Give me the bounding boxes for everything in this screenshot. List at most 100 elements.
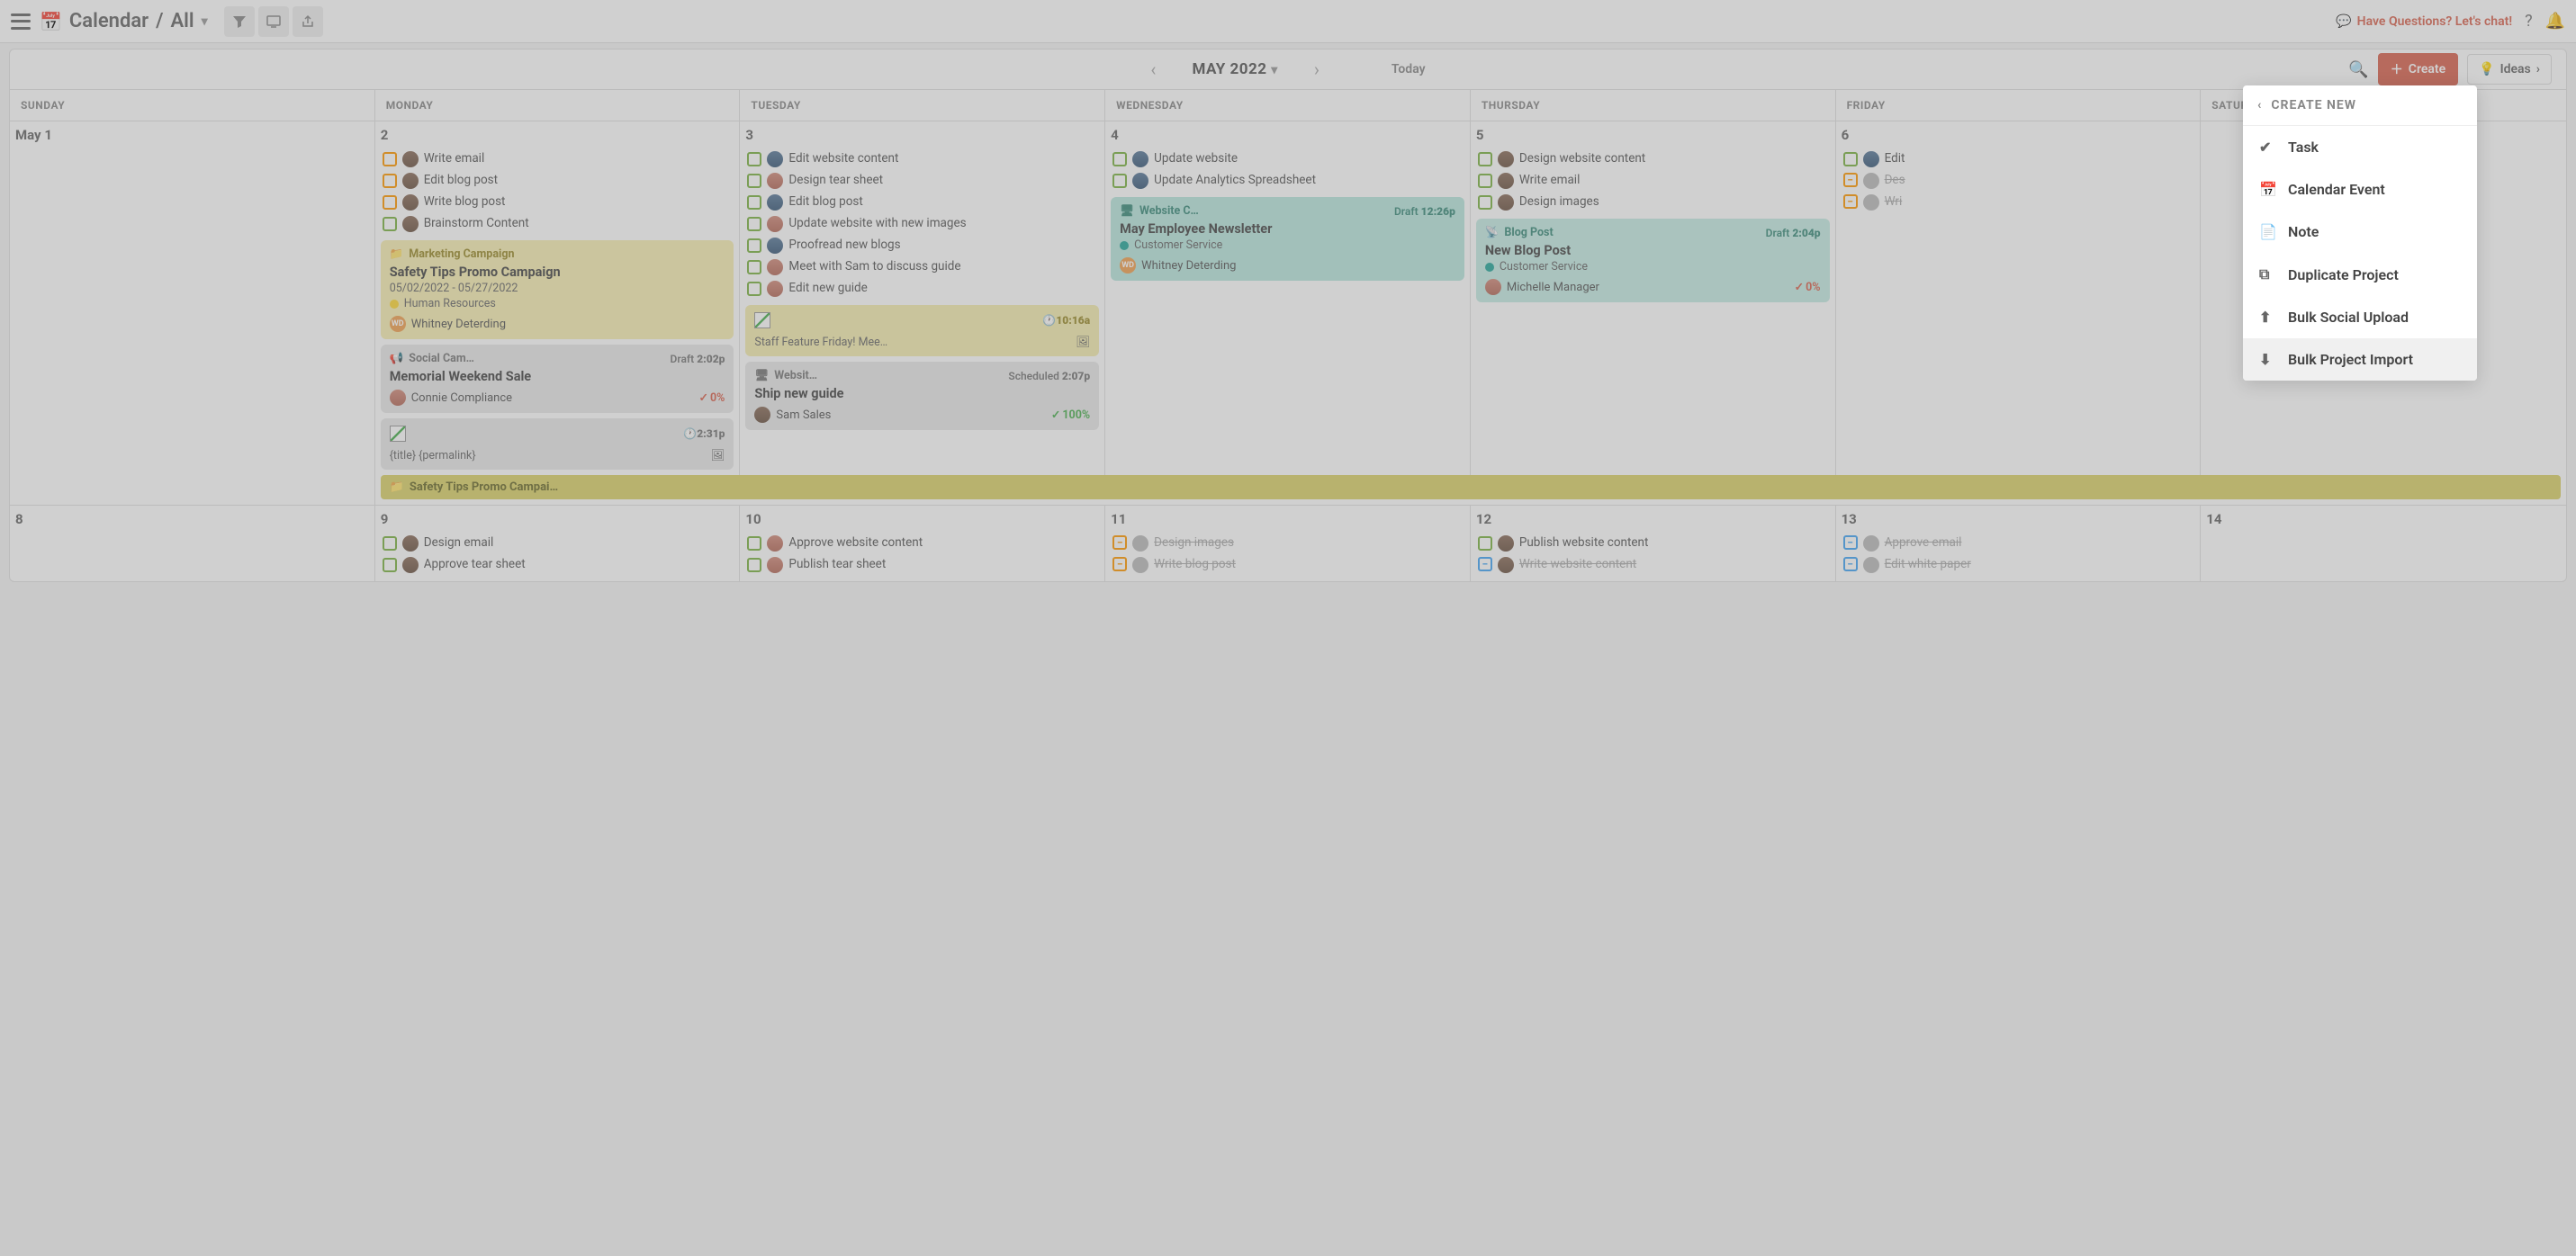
- day-cell[interactable]: 11 −Design images −Write blog post: [1105, 505, 1471, 581]
- staff-card[interactable]: 🕐10:16a Staff Feature Friday! Mee…🖼: [745, 305, 1099, 356]
- task-item[interactable]: Design tear sheet: [745, 170, 1099, 192]
- checkbox[interactable]: [747, 238, 761, 253]
- checkbox[interactable]: [383, 217, 397, 231]
- checkbox[interactable]: −: [1843, 557, 1858, 571]
- menu-icon[interactable]: [11, 13, 31, 30]
- day-cell[interactable]: 2 Write email Edit blog post Write blog …: [375, 121, 741, 475]
- app-title[interactable]: Calendar: [69, 10, 149, 32]
- checkbox[interactable]: [747, 558, 761, 572]
- checkbox[interactable]: [383, 558, 397, 572]
- day-cell[interactable]: 4 Update website Update Analytics Spread…: [1105, 121, 1471, 475]
- task-item[interactable]: Edit new guide: [745, 278, 1099, 300]
- checkbox[interactable]: [1112, 174, 1127, 188]
- task-item[interactable]: Write blog post: [381, 192, 734, 213]
- checkbox[interactable]: [1478, 195, 1492, 210]
- view-name[interactable]: All: [170, 10, 194, 32]
- next-month-button[interactable]: ›: [1314, 58, 1320, 80]
- checkbox[interactable]: [747, 282, 761, 296]
- social-card[interactable]: 📢Social Cam…Draft 2:02p Memorial Weekend…: [381, 345, 734, 413]
- display-button[interactable]: [258, 6, 289, 37]
- day-cell[interactable]: 13 −Approve email −Edit white paper: [1836, 505, 2202, 581]
- task-item[interactable]: Write email: [381, 148, 734, 170]
- task-item[interactable]: Publish website content: [1476, 533, 1830, 554]
- share-button[interactable]: [293, 6, 323, 37]
- checkbox[interactable]: [747, 174, 761, 188]
- task-item[interactable]: −Design images: [1111, 533, 1464, 554]
- task-item[interactable]: Approve website content: [745, 533, 1099, 554]
- newsletter-card[interactable]: 🖥Website C…Draft 12:26p May Employee New…: [1111, 197, 1464, 281]
- day-cell[interactable]: May 1: [10, 121, 375, 475]
- search-icon[interactable]: 🔍: [2348, 60, 2368, 79]
- create-button[interactable]: ＋ Create: [2378, 53, 2458, 85]
- ship-card[interactable]: 🖥Websit…Scheduled 2:07p Ship new guide S…: [745, 362, 1099, 430]
- task-item[interactable]: Write email: [1476, 170, 1830, 192]
- task-item[interactable]: Edit blog post: [381, 170, 734, 192]
- campaign-card[interactable]: 📁Marketing Campaign Safety Tips Promo Ca…: [381, 240, 734, 339]
- month-label[interactable]: MAY 2022 ▾: [1192, 60, 1277, 78]
- checkbox[interactable]: [1478, 536, 1492, 551]
- today-button[interactable]: Today: [1392, 62, 1426, 76]
- dropdown-item-bulk-project-import[interactable]: ⬇Bulk Project Import: [2243, 338, 2477, 381]
- task-item[interactable]: Edit: [1842, 148, 2195, 170]
- task-item[interactable]: Design email: [381, 533, 734, 554]
- ideas-button[interactable]: 💡 Ideas ›: [2467, 54, 2552, 85]
- checkbox[interactable]: −: [1843, 194, 1858, 209]
- day-cell[interactable]: 10 Approve website content Publish tear …: [740, 505, 1105, 581]
- task-item[interactable]: Brainstorm Content: [381, 213, 734, 235]
- checkbox[interactable]: [747, 217, 761, 231]
- task-item[interactable]: Design website content: [1476, 148, 1830, 170]
- checkbox[interactable]: [383, 536, 397, 551]
- day-cell[interactable]: 9 Design email Approve tear sheet: [375, 505, 741, 581]
- checkbox[interactable]: [747, 195, 761, 210]
- task-item[interactable]: Publish tear sheet: [745, 554, 1099, 576]
- day-cell[interactable]: 3 Edit website content Design tear sheet…: [740, 121, 1105, 475]
- task-item[interactable]: Approve tear sheet: [381, 554, 734, 576]
- day-cell[interactable]: 14: [2201, 505, 2566, 581]
- chevron-down-icon[interactable]: ▾: [202, 14, 208, 29]
- dropdown-item-duplicate-project[interactable]: ⧉Duplicate Project: [2243, 253, 2477, 296]
- day-cell[interactable]: 8: [10, 505, 375, 581]
- checkbox[interactable]: [383, 195, 397, 210]
- help-icon[interactable]: ?: [2525, 12, 2533, 31]
- task-item[interactable]: −Des: [1842, 170, 2195, 192]
- checkbox[interactable]: [1112, 152, 1127, 166]
- dropdown-item-task[interactable]: ✔Task: [2243, 126, 2477, 168]
- dropdown-item-note[interactable]: 📄Note: [2243, 211, 2477, 253]
- task-item[interactable]: Update Analytics Spreadsheet: [1111, 170, 1464, 192]
- blog-card[interactable]: 📡Blog PostDraft 2:04p New Blog Post Cust…: [1476, 219, 1830, 302]
- checkbox[interactable]: [1478, 152, 1492, 166]
- task-item[interactable]: Design images: [1476, 192, 1830, 213]
- task-item[interactable]: −Wri: [1842, 192, 2195, 213]
- bell-icon[interactable]: 🔔: [2545, 12, 2565, 31]
- task-item[interactable]: Update website with new images: [745, 213, 1099, 235]
- checkbox[interactable]: −: [1112, 557, 1127, 571]
- task-item[interactable]: Edit blog post: [745, 192, 1099, 213]
- checkbox[interactable]: −: [1843, 535, 1858, 550]
- task-item[interactable]: Update website: [1111, 148, 1464, 170]
- task-item[interactable]: Edit website content: [745, 148, 1099, 170]
- dropdown-header[interactable]: ‹ CREATE NEW: [2243, 85, 2477, 126]
- chat-link[interactable]: 💬 Have Questions? Let's chat!: [2336, 14, 2512, 29]
- checkbox[interactable]: [1843, 152, 1858, 166]
- day-cell[interactable]: 6 Edit −Des −Wri: [1836, 121, 2202, 475]
- dropdown-item-calendar-event[interactable]: 📅Calendar Event: [2243, 168, 2477, 211]
- filter-button[interactable]: [224, 6, 255, 37]
- dropdown-item-bulk-social-upload[interactable]: ⬆Bulk Social Upload: [2243, 296, 2477, 338]
- checkbox[interactable]: −: [1478, 557, 1492, 571]
- checkbox[interactable]: [747, 152, 761, 166]
- task-item[interactable]: −Edit white paper: [1842, 554, 2195, 576]
- campaign-span-bar[interactable]: 📁 Safety Tips Promo Campai…: [381, 475, 2561, 499]
- post-card[interactable]: 🕐2:31p {title} {permalink}🖼: [381, 418, 734, 470]
- day-cell[interactable]: 5 Design website content Write email Des…: [1471, 121, 1836, 475]
- task-item[interactable]: Meet with Sam to discuss guide: [745, 256, 1099, 278]
- task-item[interactable]: −Write website content: [1476, 554, 1830, 576]
- checkbox[interactable]: [747, 260, 761, 274]
- task-item[interactable]: −Approve email: [1842, 533, 2195, 554]
- prev-month-button[interactable]: ‹: [1150, 58, 1156, 80]
- checkbox[interactable]: −: [1112, 535, 1127, 550]
- day-cell[interactable]: 12 Publish website content −Write websit…: [1471, 505, 1836, 581]
- checkbox[interactable]: [747, 536, 761, 551]
- task-item[interactable]: −Write blog post: [1111, 554, 1464, 576]
- checkbox[interactable]: [383, 152, 397, 166]
- back-icon[interactable]: ‹: [2257, 98, 2262, 112]
